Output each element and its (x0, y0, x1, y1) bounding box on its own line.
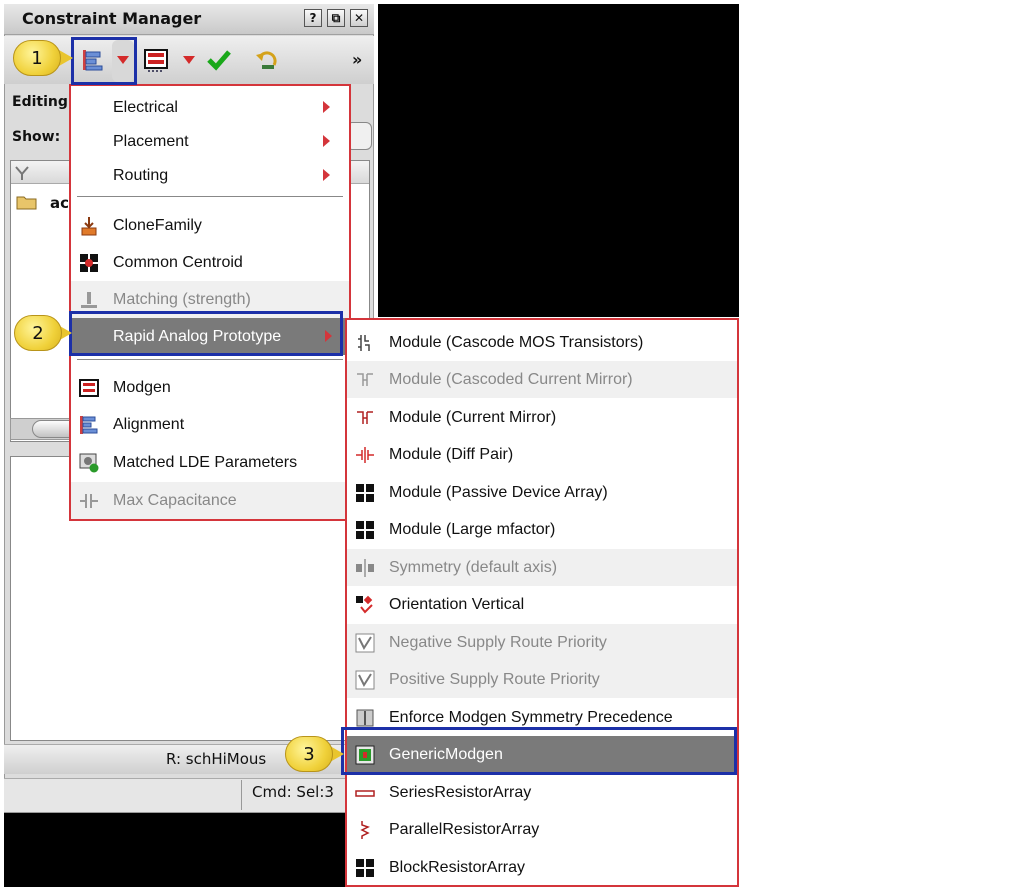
menu-item-orientation-vertical[interactable]: Orientation Vertical (347, 586, 737, 623)
status-mouse-text: R: schHiMous (166, 750, 267, 768)
menu-item-module-current-mirror[interactable]: Module (Current Mirror) (347, 399, 737, 436)
background-black-area-bottom (4, 813, 345, 887)
constraint-type-menu: Electrical Placement Routing CloneFamily… (69, 84, 351, 521)
show-label: Show: (12, 129, 61, 145)
submenu-arrow-icon (323, 101, 330, 113)
matching-icon (81, 292, 97, 308)
capacitor-icon (80, 494, 98, 508)
menu-separator (77, 196, 343, 197)
check-icon[interactable] (206, 47, 232, 73)
menu-item-max-capacitance[interactable]: Max Capacitance (71, 482, 349, 519)
command-status-text: Cmd: Sel:3 (252, 783, 334, 801)
menu-item-parallelresistorarray[interactable]: ParallelResistorArray (347, 811, 737, 848)
rapid-analog-prototype-submenu: Module (Cascode MOS Transistors) Module … (345, 318, 739, 887)
symmetry-icon (356, 559, 374, 577)
refresh-icon[interactable] (254, 47, 282, 73)
menu-item-routing[interactable]: Routing (71, 157, 349, 194)
current-mirror-icon (357, 411, 373, 424)
modgen-icon[interactable] (143, 47, 169, 73)
menu-item-alignment[interactable]: Alignment (71, 406, 349, 443)
close-button[interactable]: ✕ (350, 9, 368, 27)
help-button[interactable]: ? (304, 9, 322, 27)
orientation-icon (356, 595, 373, 614)
menu-item-module-cascode-mos[interactable]: Module (Cascode MOS Transistors) (347, 324, 737, 361)
cascoded-current-mirror-icon (357, 373, 373, 386)
menu-separator (77, 359, 343, 360)
parallel-resistor-icon (360, 821, 370, 839)
background-black-area (378, 4, 739, 317)
menu-item-positive-supply-route-priority[interactable]: Positive Supply Route Priority (347, 661, 737, 698)
cascode-mos-icon (358, 335, 370, 351)
chevron-down-icon[interactable] (182, 55, 196, 65)
folder-icon (16, 196, 37, 210)
toolbar-overflow[interactable]: » (352, 50, 362, 69)
enforce-symmetry-icon (356, 709, 374, 727)
callout-3: 3 (285, 736, 333, 772)
matched-lde-icon (79, 453, 99, 473)
clone-family-icon (81, 217, 97, 236)
menu-item-modgen[interactable]: Modgen (71, 369, 349, 406)
float-button[interactable]: ⧉ (327, 9, 345, 27)
grid-array-icon (356, 859, 374, 877)
menu-item-seriesresistorarray[interactable]: SeriesResistorArray (347, 774, 737, 811)
menu-item-clonefamily[interactable]: CloneFamily (71, 207, 349, 244)
callout-1: 1 (13, 40, 61, 76)
window-title: Constraint Manager (22, 9, 202, 28)
series-resistor-icon (355, 790, 375, 797)
grid-array-icon (356, 521, 374, 539)
menu-item-symmetry-default-axis[interactable]: Symmetry (default axis) (347, 549, 737, 586)
grid-array-icon (356, 484, 374, 502)
callout-2: 2 (14, 315, 62, 351)
menu-item-placement[interactable]: Placement (71, 123, 349, 160)
alignment-icon (80, 416, 98, 434)
editing-label: Editing (12, 94, 68, 110)
menu-item-module-large-mfactor[interactable]: Module (Large mfactor) (347, 511, 737, 548)
menu-item-module-passive-device-array[interactable]: Module (Passive Device Array) (347, 474, 737, 511)
menu-item-common-centroid[interactable]: Common Centroid (71, 244, 349, 281)
menu-item-module-diff-pair[interactable]: Module (Diff Pair) (347, 436, 737, 473)
focus-box-rapid-analog (69, 311, 343, 356)
submenu-arrow-icon (323, 135, 330, 147)
callout-pointer (59, 50, 73, 66)
common-centroid-icon (80, 254, 98, 272)
tree-item[interactable]: ac (50, 194, 69, 212)
menu-item-blockresistorarray[interactable]: BlockResistorArray (347, 849, 737, 886)
focus-box-genericmodgen (341, 727, 737, 775)
route-priority-icon (355, 633, 375, 653)
menu-item-electrical[interactable]: Electrical (71, 89, 349, 126)
modgen-icon (79, 379, 99, 397)
status-divider (241, 780, 242, 810)
diff-pair-icon (356, 447, 374, 463)
filter-icon[interactable] (14, 165, 30, 181)
submenu-arrow-icon (323, 169, 330, 181)
focus-box-constraint-dropdown (71, 37, 137, 85)
menu-item-matched-lde-parameters[interactable]: Matched LDE Parameters (71, 444, 349, 481)
menu-item-module-cascoded-current-mirror[interactable]: Module (Cascoded Current Mirror) (347, 361, 737, 398)
route-priority-icon (355, 670, 375, 690)
menu-item-negative-supply-route-priority[interactable]: Negative Supply Route Priority (347, 624, 737, 661)
